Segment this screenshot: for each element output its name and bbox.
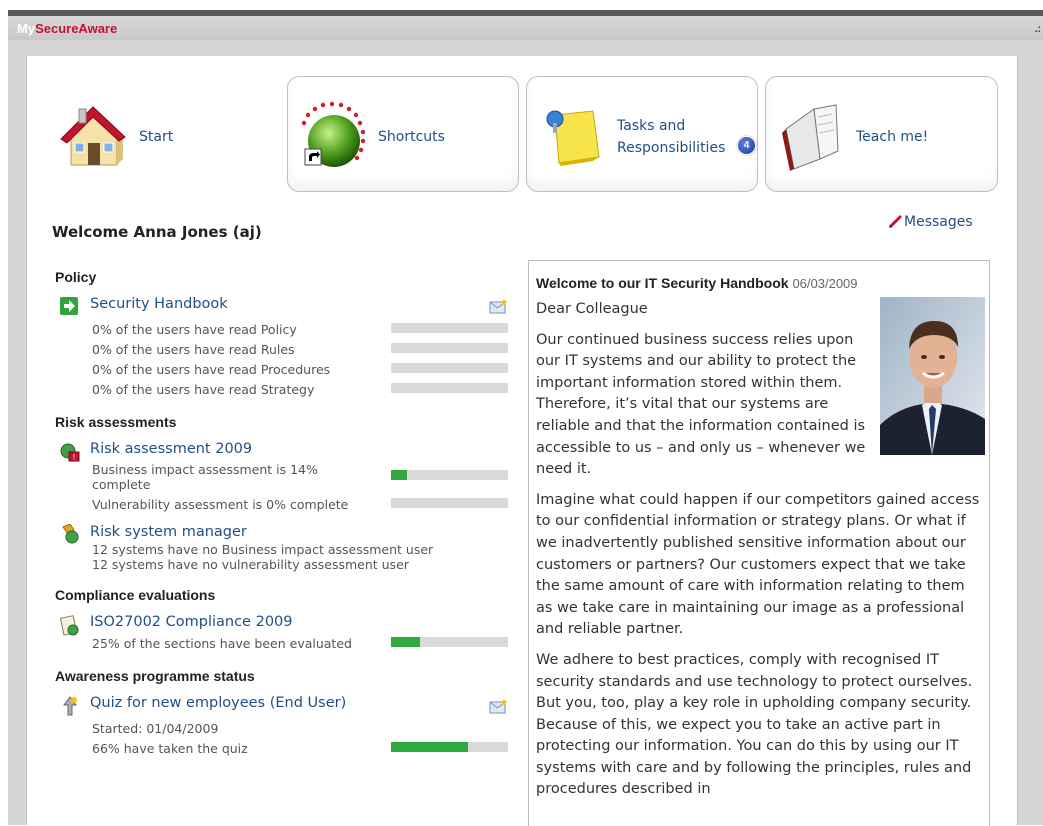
compliance-progress-bar: [391, 637, 508, 647]
app-title-prefix: My: [17, 21, 36, 36]
article-title-text: Welcome to our IT Security Handbook: [536, 275, 789, 291]
link-security-handbook[interactable]: Security Handbook: [90, 296, 228, 312]
task-count-badge: 4: [737, 136, 756, 155]
nav-tile-shortcuts[interactable]: Shortcuts: [287, 76, 519, 192]
arrow-right-icon: [60, 297, 78, 315]
business-impact-progress-bar: [391, 470, 508, 480]
article-body: Dear Colleague Our continued business su…: [536, 297, 985, 810]
nav-label-start: Start: [139, 129, 174, 145]
app-title-main: SecureAware: [35, 21, 118, 36]
compliance-document-icon: [59, 615, 79, 636]
section-heading-compliance: Compliance evaluations: [55, 587, 216, 603]
vulnerability-progress-bar: [391, 498, 508, 508]
policy-progress-bar: [391, 323, 508, 333]
quiz-icon: [60, 695, 78, 716]
nav-tile-tasks[interactable]: Tasks and Responsibilities 4: [526, 76, 758, 192]
article-title: Welcome to our IT Security Handbook 06/0…: [536, 275, 858, 291]
notepad-pin-icon: [541, 105, 605, 167]
nav-label-tasks-line2: Responsibilities: [617, 140, 726, 156]
section-heading-risk: Risk assessments: [55, 414, 177, 430]
risk-system-note-business: 12 systems have no Business impact asses…: [92, 542, 434, 557]
link-risk-assessment-2009[interactable]: Risk assessment 2009: [90, 441, 252, 457]
article-paragraph: We adhere to best practices, comply with…: [536, 651, 973, 798]
pencil-icon: [888, 213, 904, 233]
quiz-row-text: 66% have taken the quiz: [92, 741, 248, 756]
nav-label-teach-me: Teach me!: [856, 129, 929, 145]
quiz-progress-bar: [391, 742, 508, 752]
policy-progress-bar: [391, 383, 508, 393]
article-panel: Welcome to our IT Security Handbook 06/0…: [528, 260, 990, 826]
section-heading-awareness: Awareness programme status: [55, 668, 255, 684]
policy-row-text: 0% of the users have read Strategy: [92, 382, 315, 397]
author-photo: [880, 297, 985, 455]
nav-label-shortcuts: Shortcuts: [378, 129, 445, 145]
risk-row-business-line1: Business impact assessment is 14%: [92, 462, 318, 477]
risk-system-note-vulnerability: 12 systems have no vulnerability assessm…: [92, 557, 409, 572]
compliance-row-text: 25% of the sections have been evaluated: [92, 636, 352, 651]
link-quiz-new-employees[interactable]: Quiz for new employees (End User): [90, 695, 346, 711]
risk-row-vulnerability: Vulnerability assessment is 0% complete: [92, 497, 349, 512]
article-paragraph: Imagine what could happen if our competi…: [536, 491, 980, 638]
app-title-bar: MySecureAware .:: [8, 16, 1043, 41]
shortcut-globe-icon: [296, 101, 376, 171]
messages-label: Messages: [904, 214, 973, 230]
new-mail-icon[interactable]: [489, 298, 508, 314]
system-manager-icon: [60, 523, 79, 544]
quiz-started-date: Started: 01/04/2009: [92, 721, 219, 736]
book-icon: [780, 101, 844, 171]
link-iso27002-compliance[interactable]: ISO27002 Compliance 2009: [90, 614, 293, 630]
risk-assessment-icon: !: [60, 442, 80, 462]
app-logo: MySecureAware: [17, 21, 117, 36]
house-icon: [57, 101, 129, 169]
policy-progress-bar: [391, 343, 508, 353]
window-corner-grip: .:: [1034, 24, 1041, 35]
nav-tile-teach-me[interactable]: Teach me!: [765, 76, 998, 192]
risk-row-business-line2: complete: [92, 477, 151, 492]
policy-progress-bar: [391, 363, 508, 373]
svg-text:!: !: [73, 453, 75, 462]
article-date: 06/03/2009: [792, 276, 858, 291]
nav-label-tasks-line1: Tasks and: [617, 118, 686, 134]
policy-row-text: 0% of the users have read Procedures: [92, 362, 331, 377]
new-mail-icon[interactable]: [489, 698, 508, 714]
messages-link[interactable]: Messages: [888, 212, 973, 233]
nav-tile-start[interactable]: Start: [48, 76, 278, 192]
link-risk-system-manager[interactable]: Risk system manager: [90, 524, 247, 540]
welcome-heading: Welcome Anna Jones (aj): [52, 223, 262, 241]
policy-row-text: 0% of the users have read Policy: [92, 322, 297, 337]
section-heading-policy: Policy: [55, 269, 97, 285]
policy-row-text: 0% of the users have read Rules: [92, 342, 295, 357]
